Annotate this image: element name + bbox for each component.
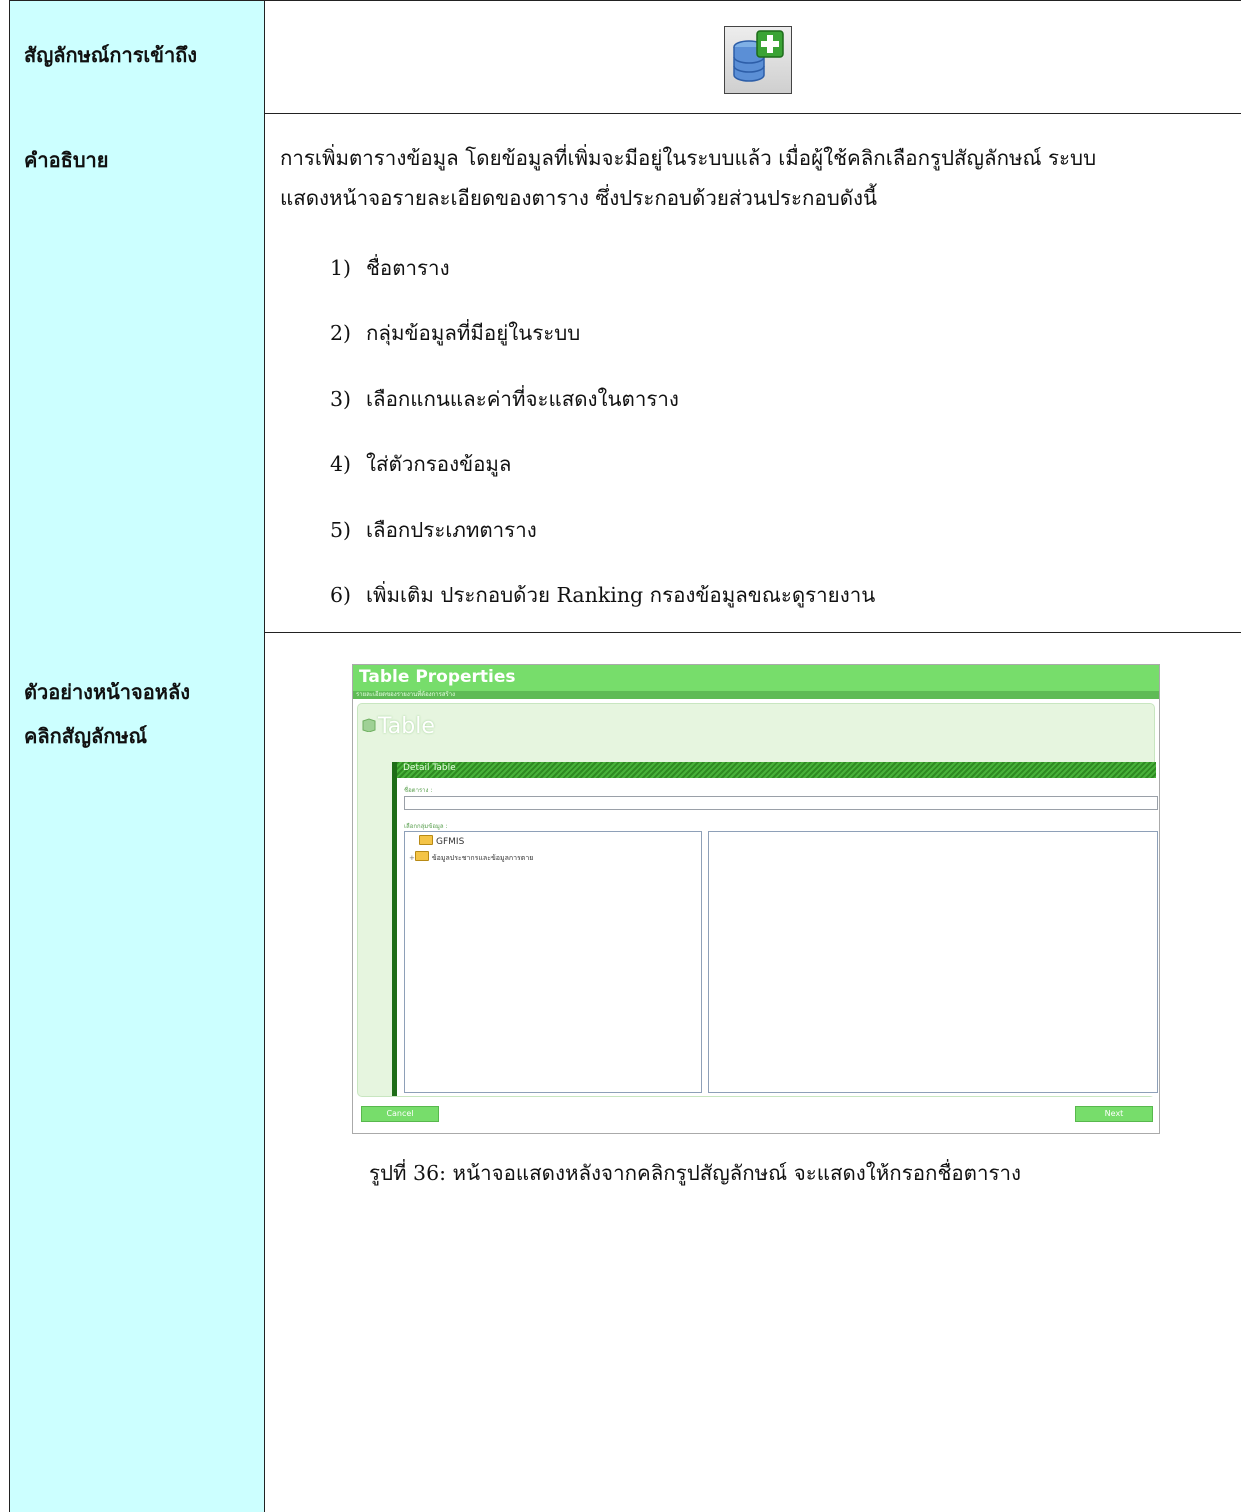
- folder-icon: [414, 851, 429, 861]
- tree-item-gfmis[interactable]: GFMIS: [419, 835, 464, 847]
- description-text: การเพิ่มตารางข้อมูล โดยข้อมูลที่เพิ่มจะม…: [280, 138, 1240, 218]
- access-label-cell: สัญลักษณ์การเข้าถึง: [9, 1, 265, 113]
- list-item: 3) เลือกแกนและค่าที่จะแสดงในตาราง: [330, 387, 679, 411]
- list-item: 5) เลือกประเภทตาราง: [330, 518, 537, 542]
- panel-heading: Table: [378, 714, 435, 739]
- example-row: ตัวอย่างหน้าจอหลัง คลิกสัญลักษณ์ Table P…: [9, 632, 1241, 1512]
- screenshot-title: Table Properties: [359, 667, 516, 687]
- detail-table-label: Detail Table: [403, 763, 456, 773]
- next-button[interactable]: Next: [1075, 1106, 1153, 1122]
- detail-table-bar: Detail Table: [397, 762, 1156, 778]
- example-content-cell: Table Properties รายละเอียดของรายงานที่ต…: [265, 632, 1241, 1512]
- table-properties-screenshot: Table Properties รายละเอียดของรายงานที่ต…: [352, 664, 1160, 1134]
- selection-box[interactable]: [708, 831, 1158, 1093]
- folder-icon: [419, 835, 433, 845]
- book-icon: [362, 718, 376, 732]
- figure-caption: รูปที่ 36: หน้าจอแสดงหลังจากคลิกรูปสัญลั…: [369, 1161, 1022, 1185]
- description-line-2: แสดงหน้าจอรายละเอียดของตาราง ซึ่งประกอบด…: [280, 186, 878, 210]
- document-table: สัญลักษณ์การเข้าถึง คำอธิบาย การเพิ่มตาร…: [9, 0, 1241, 1512]
- cancel-button[interactable]: Cancel: [361, 1106, 439, 1122]
- list-item: 4) ใส่ตัวกรองข้อมูล: [330, 452, 512, 476]
- detail-table-section: Detail Table ชื่อตาราง : เลือกกลุ่มข้อมู…: [392, 762, 1158, 1096]
- access-row: สัญลักษณ์การเข้าถึง: [9, 0, 1241, 114]
- description-content-cell: การเพิ่มตารางข้อมูล โดยข้อมูลที่เพิ่มจะม…: [265, 112, 1241, 632]
- data-group-label: เลือกกลุ่มข้อมูล :: [404, 823, 448, 830]
- example-label-line-2: คลิกสัญลักษณ์: [24, 724, 148, 748]
- table-name-label: ชื่อตาราง :: [404, 787, 433, 794]
- description-line-1: การเพิ่มตารางข้อมูล โดยข้อมูลที่เพิ่มจะม…: [280, 146, 1097, 170]
- description-label-cell: คำอธิบาย: [9, 112, 265, 632]
- list-item: 6) เพิ่มเติม ประกอบด้วย Ranking กรองข้อมู…: [330, 583, 876, 607]
- access-content-cell: [265, 1, 1241, 113]
- example-label-cell: ตัวอย่างหน้าจอหลัง คลิกสัญลักษณ์: [9, 632, 265, 1512]
- example-label-line-1: ตัวอย่างหน้าจอหลัง: [24, 680, 190, 704]
- description-label: คำอธิบาย: [24, 148, 109, 172]
- screenshot-header: Table Properties: [353, 665, 1159, 691]
- list-item: 2) กลุ่มข้อมูลที่มีอยู่ในระบบ: [330, 321, 581, 345]
- screenshot-subtitle: รายละเอียดของรายงานที่ต้องการสร้าง: [353, 691, 1159, 699]
- database-add-icon: [724, 26, 792, 94]
- table-panel: Table Detail Table ชื่อตาราง : เลือกกลุ่…: [357, 703, 1158, 1097]
- description-row: คำอธิบาย การเพิ่มตารางข้อมูล โดยข้อมูลที…: [9, 112, 1241, 633]
- table-name-input[interactable]: [404, 796, 1158, 810]
- list-item: 1) ชื่อตาราง: [330, 256, 450, 280]
- data-group-tree[interactable]: GFMIS + ข้อมูลประชากรและข้อมูลการตาย: [404, 831, 702, 1093]
- access-label: สัญลักษณ์การเข้าถึง: [24, 43, 198, 67]
- tree-item-population[interactable]: + ข้อมูลประชากรและข้อมูลการตาย: [409, 851, 533, 864]
